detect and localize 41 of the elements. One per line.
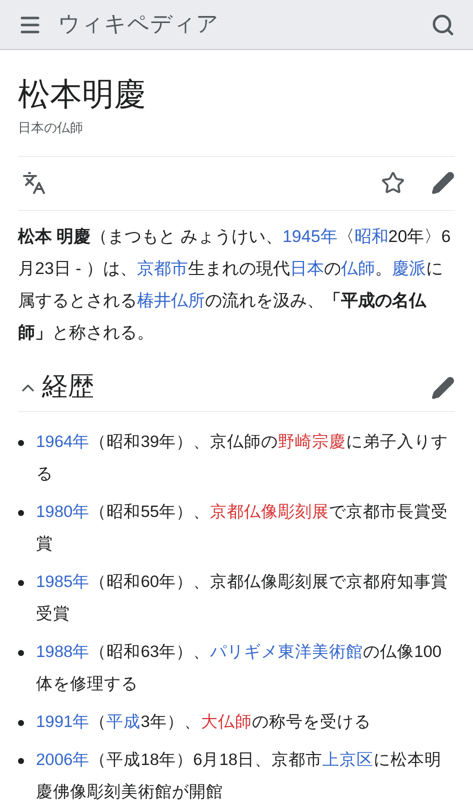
bullet-icon (18, 650, 24, 656)
bullet-icon (18, 720, 24, 726)
article-link[interactable]: 2006年 (36, 750, 90, 768)
article-link[interactable]: 仏師 (341, 258, 376, 278)
article-link[interactable]: 1964年 (36, 432, 90, 450)
list-item-text: 1980年（昭和55年）、京都仏像彫刻展で京都市長賞受賞 (36, 502, 450, 554)
article-link[interactable]: 昭和 (354, 226, 388, 246)
bullet-icon (18, 440, 24, 446)
star-icon[interactable] (381, 171, 405, 195)
page-description: 日本の仏師 (18, 119, 84, 137)
lead-paragraph: 松本 明慶（まつもと みょうけい、1945年〈昭和20年〉6月23日 - ）は、京都市生まれの現代日本の仏師。慶派に属するとされる椿井仏所の流れを汲み、「平成の名仏師」と称される。 (18, 210, 455, 348)
language-icon[interactable] (22, 171, 46, 195)
edit-icon[interactable] (431, 171, 455, 195)
bullet-icon (18, 758, 24, 764)
article-link[interactable]: 1945年 (282, 226, 338, 246)
list-item-text: 1964年（昭和39年）、京仏師の野崎宗慶に弟子入りする (36, 432, 450, 484)
article-link[interactable]: 1991年 (36, 712, 90, 730)
bullet-icon (18, 510, 24, 516)
missing-article-link[interactable]: 京都仏像彫刻展 (210, 502, 330, 520)
article-link[interactable]: 上京区 (322, 750, 374, 768)
article-link[interactable]: 1980年 (36, 502, 90, 520)
article-link[interactable]: 平成 (106, 712, 141, 730)
section-edit-icon[interactable] (431, 376, 455, 400)
page-title: 松本明慶 (18, 74, 147, 114)
article-link[interactable]: 慶派 (392, 258, 426, 278)
bullet-icon (18, 580, 24, 586)
article-link[interactable]: パリギメ東洋美術館 (210, 642, 364, 660)
missing-article-link[interactable]: 大仏師 (200, 712, 252, 730)
section-heading[interactable]: 経歴 (42, 368, 94, 407)
article-link[interactable]: 1988年 (36, 642, 90, 660)
list-item-text: 2006年（平成18年）6月18日、京都市上京区に松本明慶佛像彫刻美術館が開館 (36, 750, 443, 800)
article-link[interactable]: 日本 (290, 258, 324, 278)
article-link[interactable]: 椿井仏所 (137, 290, 205, 310)
list-item-text: 1991年（平成3年）、大仏師の称号を受ける (36, 712, 371, 732)
list-item-text: 1988年（昭和63年）、パリギメ東洋美術館の仏像100体を修理する (36, 642, 443, 694)
article-link[interactable]: 1985年 (36, 572, 90, 590)
search-icon[interactable] (431, 12, 455, 36)
missing-article-link[interactable]: 野崎宗慶 (278, 432, 346, 450)
article-link[interactable]: 京都市 (137, 258, 188, 278)
list-item-text: 1985年（昭和60年）、京都仏像彫刻展で京都府知事賞受賞 (36, 572, 450, 624)
site-logo[interactable]: ウィキペディア (58, 8, 219, 41)
